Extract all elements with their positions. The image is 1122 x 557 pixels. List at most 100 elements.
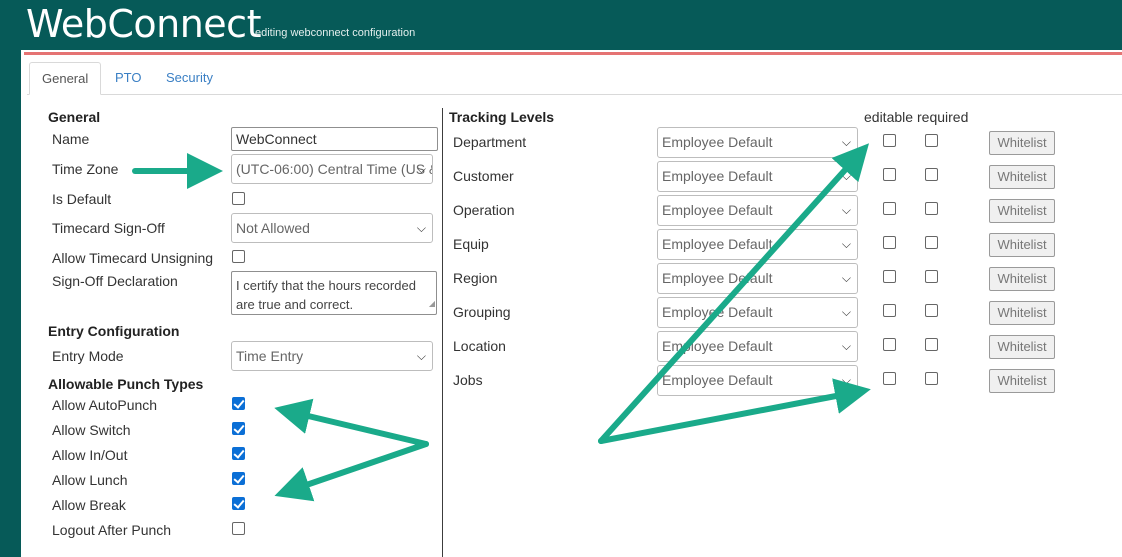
timezone-value: (UTC-06:00) Central Time (US & <box>236 161 433 177</box>
editable-checkbox-location[interactable] <box>883 338 896 351</box>
tracking-select-customer[interactable]: Employee Default ⌵ <box>657 161 858 192</box>
tracking-select-grouping[interactable]: Employee Default ⌵ <box>657 297 858 328</box>
tab-bar: General PTO Security <box>27 58 1122 95</box>
tracking-label-location: Location <box>453 338 506 354</box>
editable-checkbox-region[interactable] <box>883 270 896 283</box>
chevron-down-icon: ⌵ <box>841 373 851 387</box>
tracking-select-department[interactable]: Employee Default ⌵ <box>657 127 858 158</box>
whitelist-button-equip[interactable]: Whitelist <box>989 233 1055 257</box>
tracking-select-region[interactable]: Employee Default ⌵ <box>657 263 858 294</box>
entry-mode-label: Entry Mode <box>52 348 124 364</box>
required-checkbox-operation[interactable] <box>925 202 938 215</box>
punch-checkbox-switch[interactable] <box>232 422 245 435</box>
chevron-down-icon: ⌵ <box>416 162 426 176</box>
entry-heading: Entry Configuration <box>48 323 180 339</box>
tracking-select-value: Employee Default <box>662 202 773 218</box>
tracking-select-value: Employee Default <box>662 372 773 388</box>
tracking-select-operation[interactable]: Employee Default ⌵ <box>657 195 858 226</box>
tracking-select-value: Employee Default <box>662 236 773 252</box>
app-title: WebConnect <box>26 2 261 46</box>
required-checkbox-location[interactable] <box>925 338 938 351</box>
unsign-checkbox[interactable] <box>232 250 245 263</box>
timezone-select[interactable]: (UTC-06:00) Central Time (US & ⌵ <box>231 154 433 184</box>
is-default-checkbox[interactable] <box>232 192 245 205</box>
editable-checkbox-customer[interactable] <box>883 168 896 181</box>
required-checkbox-customer[interactable] <box>925 168 938 181</box>
tracking-select-jobs[interactable]: Employee Default ⌵ <box>657 365 858 396</box>
required-checkbox-region[interactable] <box>925 270 938 283</box>
required-checkbox-equip[interactable] <box>925 236 938 249</box>
tracking-label-jobs: Jobs <box>453 372 483 388</box>
tracking-label-operation: Operation <box>453 202 515 218</box>
editable-checkbox-grouping[interactable] <box>883 304 896 317</box>
entry-mode-select[interactable]: Time Entry ⌵ <box>231 341 433 371</box>
required-checkbox-jobs[interactable] <box>925 372 938 385</box>
whitelist-button-region[interactable]: Whitelist <box>989 267 1055 291</box>
required-checkbox-grouping[interactable] <box>925 304 938 317</box>
tracking-label-region: Region <box>453 270 498 286</box>
whitelist-button-operation[interactable]: Whitelist <box>989 199 1055 223</box>
resize-grip-icon[interactable]: ◢ <box>429 294 435 313</box>
tracking-heading: Tracking Levels <box>449 109 555 125</box>
punch-label-inout: Allow In/Out <box>52 447 128 463</box>
tracking-select-value: Employee Default <box>662 134 773 150</box>
punch-checkbox-lunch[interactable] <box>232 472 245 485</box>
app-header: WebConnect editing webconnect configurat… <box>0 0 1122 50</box>
punch-checkbox-inout[interactable] <box>232 447 245 460</box>
column-divider <box>442 108 443 557</box>
editable-column-header: editable <box>864 109 914 125</box>
whitelist-button-location[interactable]: Whitelist <box>989 335 1055 359</box>
tab-security[interactable]: Security <box>154 62 225 95</box>
general-heading: General <box>48 109 101 125</box>
accent-line <box>24 52 1122 55</box>
chevron-down-icon: ⌵ <box>841 135 851 149</box>
punch-label-switch: Allow Switch <box>52 422 131 438</box>
chevron-down-icon: ⌵ <box>841 339 851 353</box>
tab-general[interactable]: General <box>29 62 102 95</box>
whitelist-button-jobs[interactable]: Whitelist <box>989 369 1055 393</box>
is-default-label: Is Default <box>52 191 112 207</box>
declaration-text: I certify that the hours recorded are tr… <box>236 278 416 312</box>
required-checkbox-department[interactable] <box>925 134 938 147</box>
tracking-label-customer: Customer <box>453 168 514 184</box>
whitelist-button-department[interactable]: Whitelist <box>989 131 1055 155</box>
editable-checkbox-jobs[interactable] <box>883 372 896 385</box>
editable-checkbox-equip[interactable] <box>883 236 896 249</box>
punch-label-autopunch: Allow AutoPunch <box>52 397 158 413</box>
chevron-down-icon: ⌵ <box>841 203 851 217</box>
editable-checkbox-department[interactable] <box>883 134 896 147</box>
tracking-select-location[interactable]: Employee Default ⌵ <box>657 331 858 362</box>
punch-label-break: Allow Break <box>52 497 126 513</box>
name-label: Name <box>52 131 90 147</box>
signoff-select[interactable]: Not Allowed ⌵ <box>231 213 433 243</box>
editable-checkbox-operation[interactable] <box>883 202 896 215</box>
whitelist-button-grouping[interactable]: Whitelist <box>989 301 1055 325</box>
punch-checkbox-break[interactable] <box>232 497 245 510</box>
chevron-down-icon: ⌵ <box>841 305 851 319</box>
whitelist-button-customer[interactable]: Whitelist <box>989 165 1055 189</box>
timezone-label: Time Zone <box>52 161 119 177</box>
left-rail <box>0 50 21 557</box>
tracking-label-department: Department <box>453 134 527 150</box>
chevron-down-icon: ⌵ <box>841 169 851 183</box>
tracking-select-value: Employee Default <box>662 270 773 286</box>
entry-mode-value: Time Entry <box>236 348 304 364</box>
chevron-down-icon: ⌵ <box>416 221 426 235</box>
punch-checkbox-logout[interactable] <box>232 522 245 535</box>
chevron-down-icon: ⌵ <box>841 271 851 285</box>
punch-checkbox-autopunch[interactable] <box>232 397 245 410</box>
name-input[interactable]: WebConnect <box>231 127 438 151</box>
tracking-select-value: Employee Default <box>662 304 773 320</box>
config-panel: General PTO Security <box>27 58 1122 557</box>
tracking-label-equip: Equip <box>453 236 489 252</box>
tracking-select-equip[interactable]: Employee Default ⌵ <box>657 229 858 260</box>
chevron-down-icon: ⌵ <box>841 237 851 251</box>
declaration-textarea[interactable]: I certify that the hours recorded are tr… <box>231 271 437 315</box>
tracking-select-value: Employee Default <box>662 338 773 354</box>
signoff-label: Timecard Sign-Off <box>52 220 165 236</box>
tab-pto[interactable]: PTO <box>103 62 154 95</box>
unsign-label: Allow Timecard Unsigning <box>52 250 214 266</box>
rail-gap <box>21 50 24 557</box>
punch-heading: Allowable Punch Types <box>48 376 204 392</box>
punch-label-logout: Logout After Punch <box>52 522 172 538</box>
